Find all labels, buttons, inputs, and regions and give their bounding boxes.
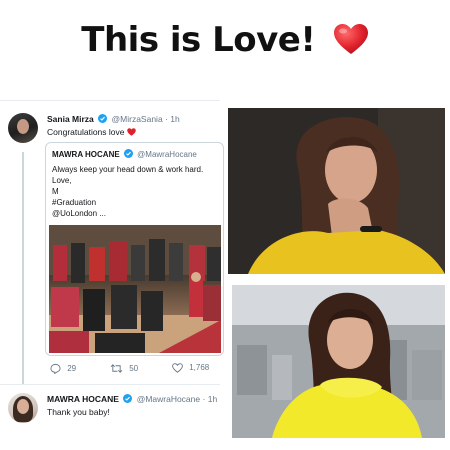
retweet-count: 50 [129,364,139,373]
avatar-sania[interactable] [8,113,38,143]
reply-count: 29 [67,364,77,373]
quoted-tweet-mention[interactable]: @UoLondon ... [52,209,106,218]
tweet-main-text-row: Congratulations love [47,127,136,137]
retweet-action[interactable]: 50 [110,363,138,374]
like-action[interactable]: 1,768 [172,363,209,373]
tweet-main-separator: · [165,114,168,124]
quoted-tweet-line: Always keep your head down & work hard. [52,165,204,174]
like-heart-icon [172,363,189,373]
top-divider [0,100,220,101]
avatar-mawra[interactable] [8,393,38,423]
reply-icon [50,363,67,375]
tweet-reply-text: Thank you baby! [47,407,110,417]
tweet-reply-handle[interactable]: @MawraHocane [137,394,200,404]
quoted-tweet-header: MAWRA HOCANE @MawraHocane [52,149,197,160]
tweet-main-header: Sania Mirza @MirzaSania · 1h [47,114,180,125]
headline-text: This is Love! [81,20,316,60]
graduation-photo[interactable] [49,225,221,353]
photo-woman-yellow-top [228,108,445,274]
reply-action[interactable]: 29 [50,363,77,375]
reply-divider [0,384,220,385]
tweet-main-text: Congratulations love [47,127,125,137]
verified-badge-icon [123,149,133,160]
red-heart-icon [333,23,369,64]
verified-badge-icon [123,394,133,405]
thread-connector-line [22,152,24,384]
tweet-reply-header: MAWRA HOCANE @MawraHocane · 1h [47,394,217,405]
tweet-main-time[interactable]: 1h [170,114,179,124]
photo-woman-yellow-fur [232,285,445,438]
tweet-main-handle[interactable]: @MirzaSania [112,114,163,124]
quoted-tweet-hashtag[interactable]: #Graduation [52,198,96,207]
quoted-tweet-name: MAWRA HOCANE [52,150,120,159]
quoted-tweet-line: M [52,187,59,196]
red-heart-emoji-icon [127,127,136,137]
tweet-main-name[interactable]: Sania Mirza [47,114,94,124]
quoted-tweet-line: Love, [52,176,72,185]
tweet-reply-time[interactable]: 1h [208,394,217,404]
tweet-reply-name[interactable]: MAWRA HOCANE [47,394,119,404]
retweet-icon [110,364,129,373]
headline: This is Love! [0,20,450,64]
tweet-reply-separator: · [202,394,206,404]
quoted-tweet-card[interactable]: MAWRA HOCANE @MawraHocane Always keep yo… [45,142,224,356]
quoted-tweet-handle: @MawraHocane [137,150,197,159]
like-count: 1,768 [189,363,210,372]
verified-badge-icon [98,114,108,125]
